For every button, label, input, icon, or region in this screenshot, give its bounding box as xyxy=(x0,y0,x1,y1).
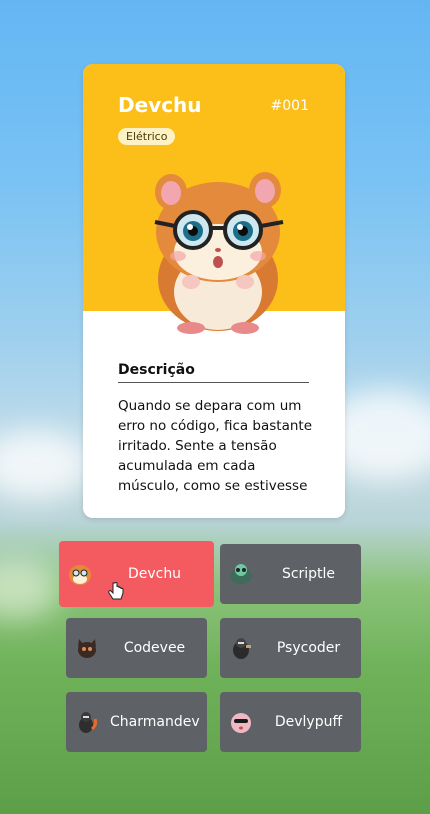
character-button-label: Devlypuff xyxy=(274,714,343,730)
puff-avatar-icon xyxy=(231,713,251,733)
character-button-codevee[interactable]: Codevee xyxy=(66,618,207,678)
character-button-label: Codevee xyxy=(123,640,186,656)
character-button-charmandev[interactable]: Charmandev xyxy=(66,692,207,752)
hamster-avatar-icon xyxy=(69,565,91,585)
description-title: Descrição xyxy=(118,362,195,378)
cloud-decoration xyxy=(0,430,90,500)
character-name: Devchu xyxy=(118,93,202,117)
cloud-decoration xyxy=(0,560,60,620)
character-card: Devchu #001 Elétrico Descrição Quando se… xyxy=(83,64,345,518)
turtle-avatar-icon xyxy=(230,564,252,584)
hand-cursor-icon xyxy=(108,582,124,600)
character-button-label: Psycoder xyxy=(276,640,341,656)
fox-avatar-icon xyxy=(78,639,96,658)
description-text: Quando se depara com um erro no código, … xyxy=(118,398,313,494)
character-button-scriptle[interactable]: Scriptle xyxy=(220,544,361,604)
duck-avatar-icon xyxy=(233,638,251,659)
character-button-label: Devchu xyxy=(127,566,182,582)
hamster-mascot-image xyxy=(154,172,284,334)
description-divider xyxy=(118,382,309,383)
character-number: #001 xyxy=(270,98,309,114)
character-button-devchu[interactable]: Devchu xyxy=(59,541,214,607)
type-badge: Elétrico xyxy=(118,128,176,145)
character-button-label: Scriptle xyxy=(281,566,336,582)
character-button-psycoder[interactable]: Psycoder xyxy=(220,618,361,678)
character-button-label: Charmandev xyxy=(110,714,200,730)
lizard-avatar-icon xyxy=(79,712,98,733)
character-button-devlypuff[interactable]: Devlypuff xyxy=(220,692,361,752)
